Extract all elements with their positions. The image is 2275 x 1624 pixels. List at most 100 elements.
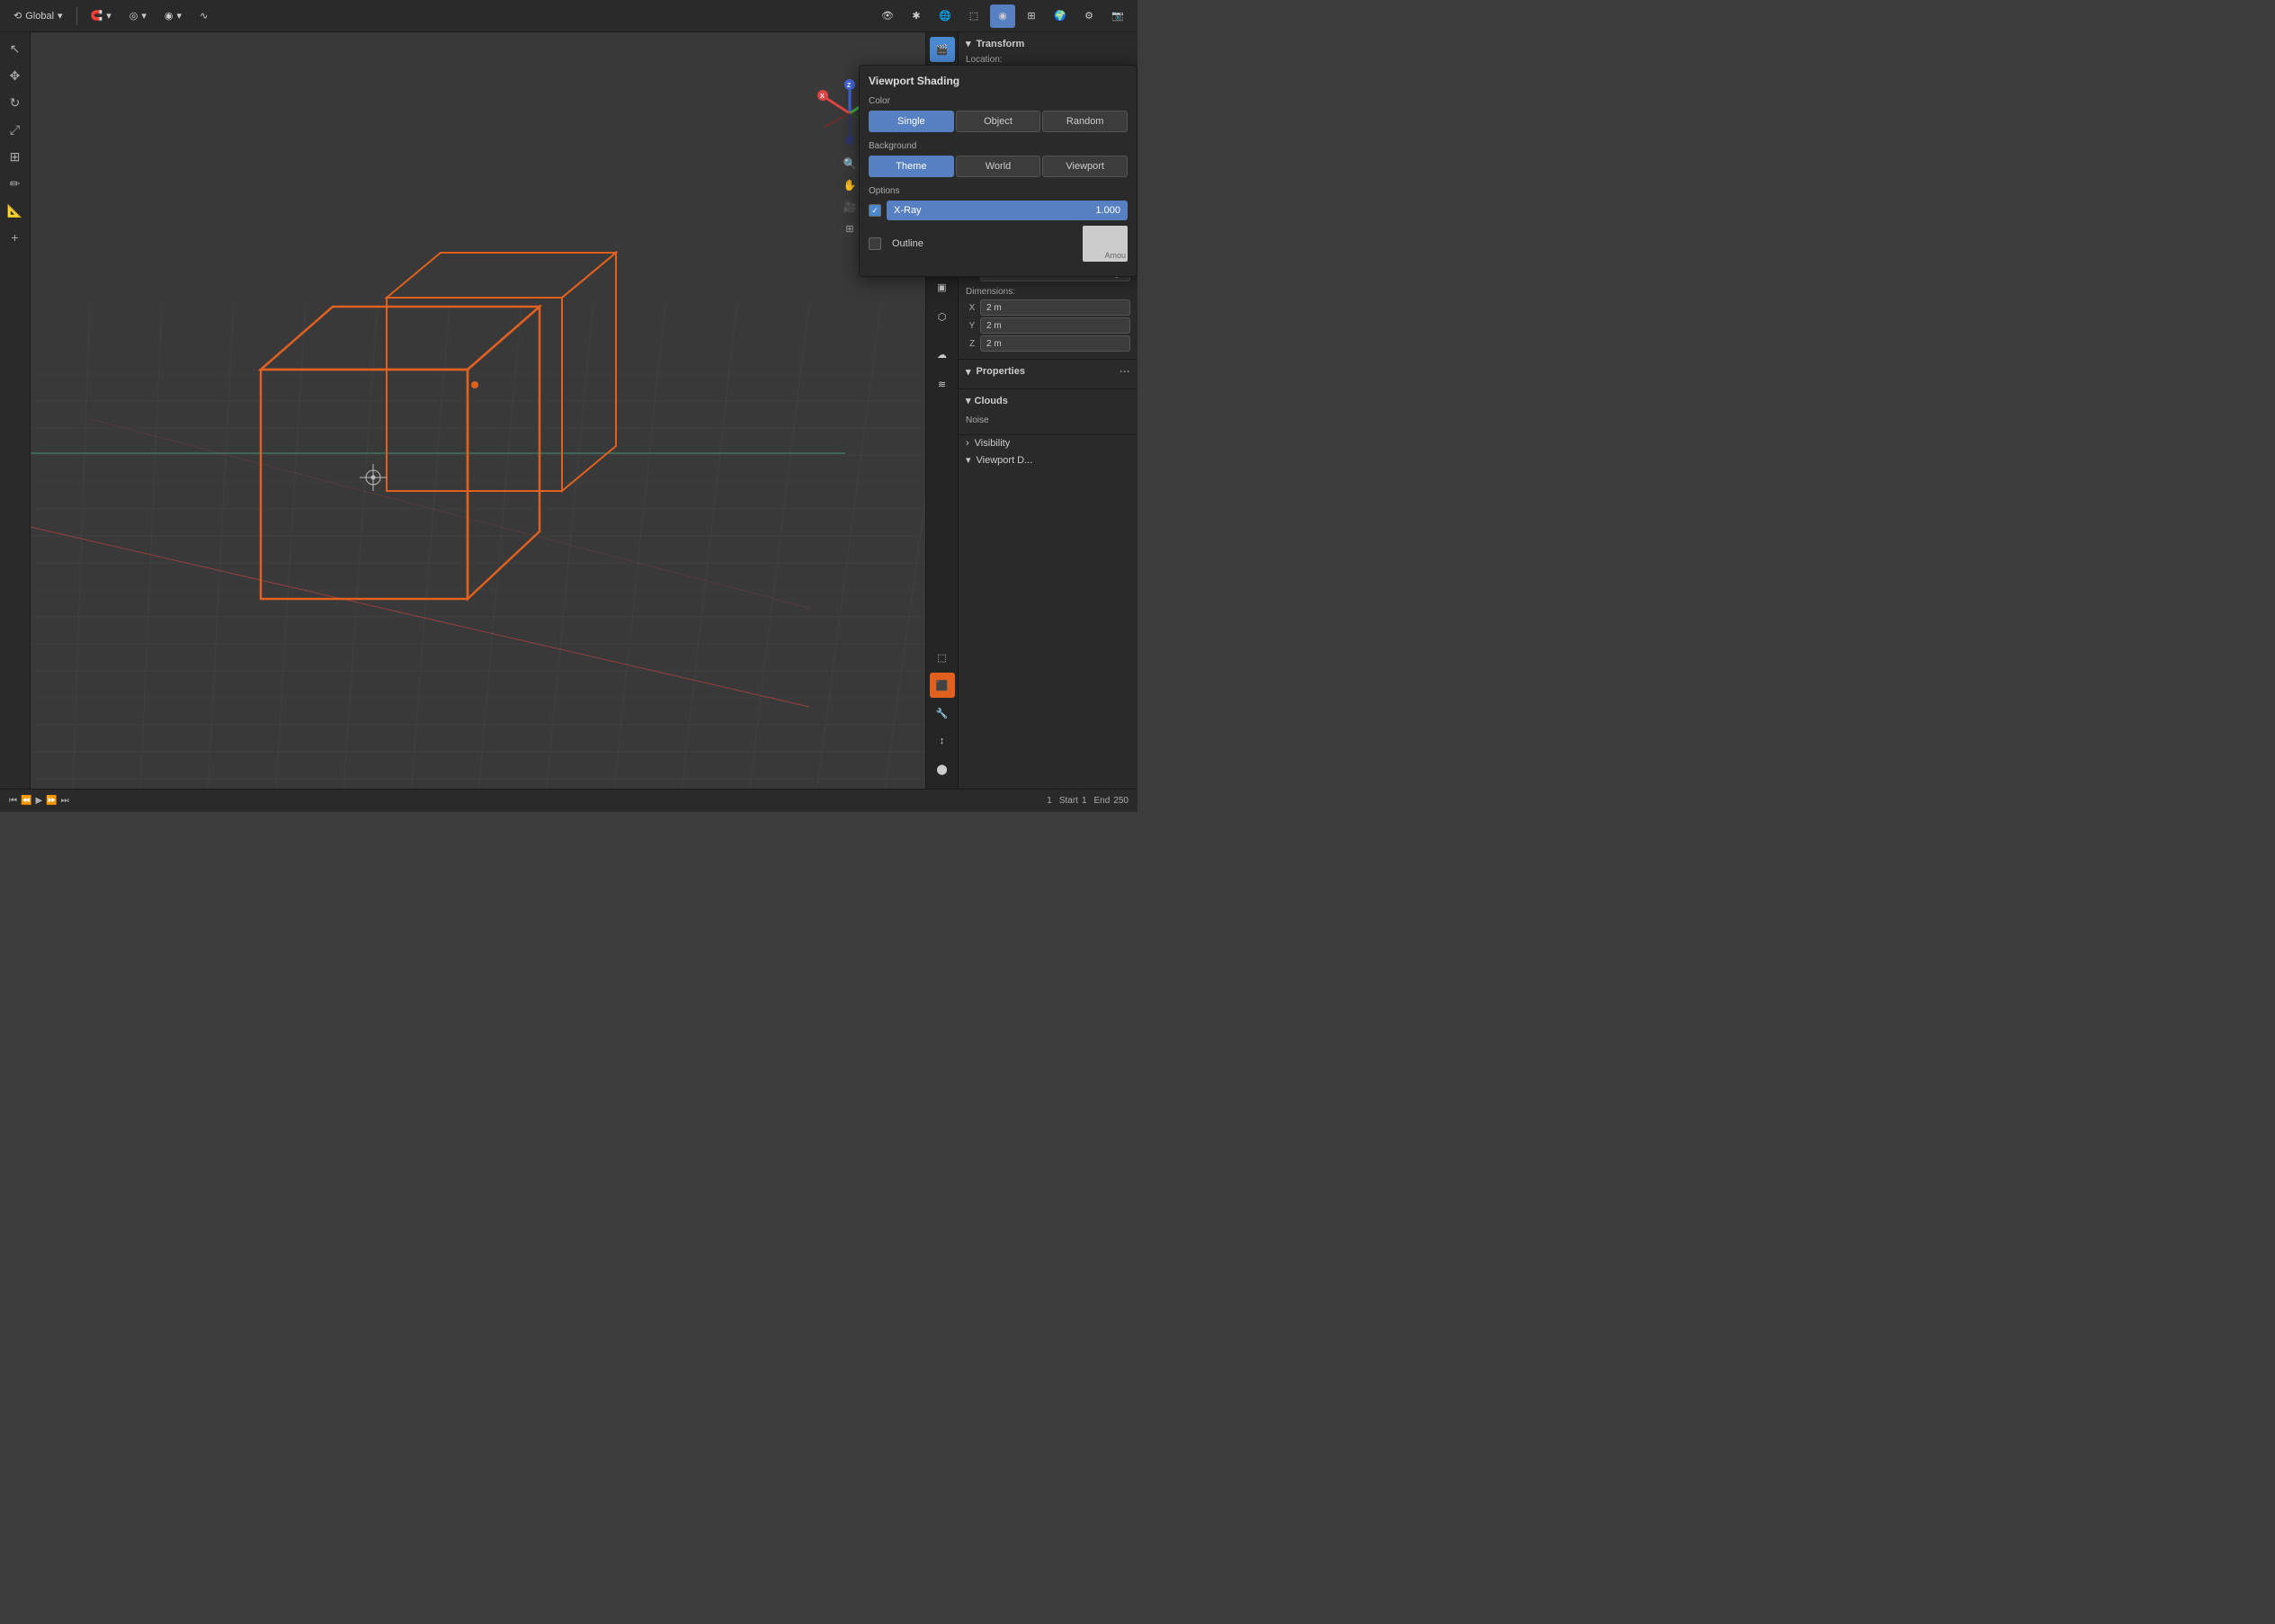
select-tool[interactable]: ↖ [3,36,28,61]
transform-orientation[interactable]: ⟲ Global ▾ [7,7,69,24]
scale-tool[interactable]: ⤢ [3,117,28,142]
clouds-title: Clouds [975,396,1008,406]
properties-data-icon[interactable]: ▣ [930,274,955,299]
outline-row: Outline Amou [869,226,1128,262]
noise-icon[interactable]: ≋ [930,371,955,397]
zoom-in-btn[interactable]: 🔍 [840,154,860,174]
visibility-expand-icon: › [966,438,969,449]
dim-x-field[interactable]: 2 m [980,299,1130,316]
bg-viewport-btn[interactable]: Viewport [1042,156,1128,177]
bottom-sections: › Visibility ▾ Viewport D... [959,435,1138,468]
material-preview-btn[interactable]: ⊞ [1019,4,1044,28]
viewport-filter-btn[interactable]: ✱ [904,4,929,28]
dimensions-row: Dimensions: [966,287,1130,297]
color-object-btn[interactable]: Object [956,111,1041,132]
bg-world-btn[interactable]: World [956,156,1041,177]
snap-icon: 🧲 [91,10,103,22]
play-btn[interactable]: ▶ [35,796,42,806]
clouds-collapse-icon: ▾ [966,395,971,406]
popup-title: Viewport Shading [869,75,1128,87]
step-forward-btn[interactable]: ⏩ [46,796,57,806]
clouds-icon[interactable]: ☁ [930,342,955,367]
outline-checkbox[interactable] [869,237,881,250]
frame-info: 1 [1047,796,1052,806]
transform-title: Transform [977,39,1025,49]
chevron-down-icon: ▾ [141,10,147,22]
viewport-display-label: Viewport D... [977,455,1033,466]
chevron-down-icon: ▾ [106,10,112,22]
add-tool[interactable]: + [3,225,28,250]
prop-icon-3[interactable]: 🔧 [930,700,955,726]
prop-icon-5[interactable]: ⬤ [930,756,955,781]
properties-material-icon[interactable]: ⬡ [930,304,955,329]
prop-icon-2[interactable]: ⬛ [930,673,955,698]
camera-icon-btn[interactable]: 📷 [1105,4,1130,28]
rotate-tool[interactable]: ↻ [3,90,28,115]
color-random-btn[interactable]: Random [1042,111,1128,132]
waveform-btn[interactable]: ∿ [193,7,214,24]
start-label: Start [1059,796,1078,806]
end-label: End [1094,796,1111,806]
prop-icon-4[interactable]: ↕ [930,728,955,754]
viewport-display-row[interactable]: ▾ Viewport D... [959,451,1138,468]
timeline-icon: ⏮ [9,796,17,806]
color-btn-group: Single Object Random [869,111,1128,132]
color-single-btn[interactable]: Single [869,111,954,132]
transform-tool[interactable]: ⊞ [3,144,28,169]
chevron-down-icon: ▾ [58,10,63,22]
visibility-row[interactable]: › Visibility [959,435,1138,451]
xray-value: 1.000 [1095,205,1120,216]
move-tool[interactable]: ✥ [3,63,28,88]
bottom-bar: ⏮ ⏪ ▶ ⏩ ⏭ 1 Start 1 End 250 [0,789,1138,812]
dz-label: Z [966,339,978,349]
chevron-down-icon: ▾ [177,10,183,22]
frame-number: 1 [1047,796,1052,806]
annotate-tool[interactable]: ✏ [3,171,28,196]
dim-z-field[interactable]: 2 m [980,335,1130,352]
top-toolbar: ⟲ Global ▾ 🧲 ▾ ◎ ▾ ◉ ▾ ∿ 👁 ✱ 🌐 ⬚ ◉ ⊞ 🌍 ⚙… [0,0,1138,32]
snap-button[interactable]: 🧲 ▾ [85,7,118,24]
pivot-icon: ◉ [165,10,174,22]
hand-tool-btn[interactable]: ✋ [840,175,860,195]
dim-y-field[interactable]: 2 m [980,317,1130,334]
measure-tool[interactable]: 📐 [3,198,28,223]
amou-preview: Amou [1083,226,1128,262]
prop-icon-1[interactable]: ⬚ [930,645,955,670]
bg-theme-btn[interactable]: Theme [869,156,954,177]
start-value[interactable]: 1 [1082,796,1087,806]
xray-value-bar[interactable]: X-Ray 1.000 [887,201,1128,220]
properties-scene-icon[interactable]: 🎬 [930,37,955,62]
xray-checkbox[interactable]: ✓ [869,204,881,217]
dy-label: Y [966,321,978,331]
viewport-shading-popup: Viewport Shading Color Single Object Ran… [859,65,1138,277]
svg-text:X: X [820,94,825,100]
proportional-edit[interactable]: ◎ ▾ [123,7,153,24]
left-toolbar: ↖ ✥ ↻ ⤢ ⊞ ✏ 📐 + [0,32,31,789]
viewport-eye-btn[interactable]: 👁 [875,4,900,28]
dim-y-row: Y 2 m [966,317,1130,334]
amou-label: Amou [1102,249,1128,262]
location-label: Location: [966,55,1015,65]
end-value[interactable]: 250 [1113,796,1129,806]
camera-view-btn[interactable]: 🎥 [840,197,860,217]
solid-btn[interactable]: ◉ [990,4,1015,28]
wireframe-btn[interactable]: ⬚ [961,4,986,28]
noise-label: Noise [966,412,1130,429]
properties-section: ▾ Properties ··· [959,360,1138,389]
overlay-btn[interactable]: ⚙ [1076,4,1102,28]
visibility-label: Visibility [975,438,1011,449]
outline-label: Outline [892,238,923,249]
background-btn-group: Theme World Viewport [869,156,1128,177]
xray-row: ✓ X-Ray 1.000 [869,201,1128,220]
grid-view-btn[interactable]: ⊞ [840,219,860,238]
properties-dots[interactable]: ··· [1120,365,1130,378]
clouds-header[interactable]: ▾ Clouds [966,395,1130,406]
properties-header[interactable]: ▾ Properties ··· [966,365,1130,378]
transform-pivot[interactable]: ◉ ▾ [158,7,188,24]
step-back-btn[interactable]: ⏪ [21,796,31,806]
playback-controls: ⏮ ⏪ ▶ ⏩ ⏭ [9,796,69,806]
viewport-render-btn[interactable]: 🌐 [932,4,958,28]
svg-text:Z: Z [847,83,852,89]
rendered-btn[interactable]: 🌍 [1048,4,1073,28]
options-label: Options [869,186,1128,196]
